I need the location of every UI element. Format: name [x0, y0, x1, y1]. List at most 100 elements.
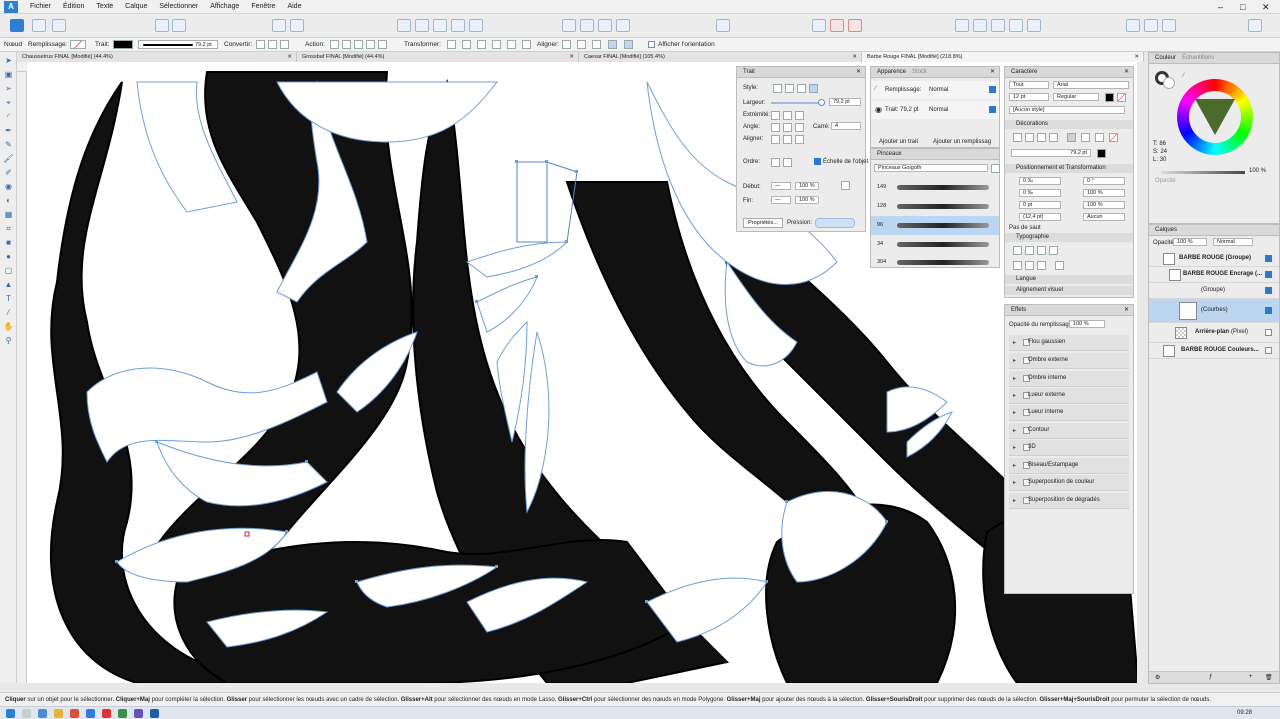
menu-aide[interactable]: Aide: [281, 0, 307, 14]
width-slider-knob[interactable]: [817, 99, 825, 106]
align-center-stroke-icon[interactable]: [771, 135, 780, 144]
strike-3-icon[interactable]: [1095, 133, 1104, 142]
width-slider[interactable]: [771, 102, 823, 104]
assistant-icon[interactable]: [1126, 19, 1140, 32]
assistant-3-icon[interactable]: [1162, 19, 1176, 32]
geometry-subtract-icon[interactable]: [973, 19, 987, 32]
effect-outer-glow[interactable]: ▸ Lueur externe: [1009, 388, 1129, 404]
end-scale-field[interactable]: 100 %: [795, 196, 819, 204]
effect-3d[interactable]: ▸ 3D: [1009, 440, 1129, 456]
blend-mode-select[interactable]: Normal: [1213, 238, 1253, 246]
align-middle-icon[interactable]: [624, 40, 633, 49]
brush-row[interactable]: 128: [871, 197, 999, 216]
add-fill-button[interactable]: Ajouter un remplissag: [933, 139, 991, 145]
strike-icon[interactable]: [1067, 133, 1076, 142]
style-solid-icon[interactable]: [785, 84, 794, 93]
effect-gradient-overlay[interactable]: ▸ Superposition de dégradés: [1009, 493, 1129, 509]
clock[interactable]: 09:28: [1237, 710, 1252, 716]
stroke-visible-checkbox[interactable]: [989, 106, 996, 113]
align-top-icon[interactable]: [608, 40, 617, 49]
node-tool-icon[interactable]: ➢: [3, 84, 14, 94]
flip-h-icon[interactable]: [562, 19, 576, 32]
menu-selectionner[interactable]: Sélectionner: [153, 0, 204, 14]
swap-arrows-icon[interactable]: [841, 181, 850, 190]
typo-3-icon[interactable]: [1037, 246, 1046, 255]
scale-with-object-checkbox[interactable]: [814, 158, 821, 165]
action-smooth-icon[interactable]: [354, 40, 363, 49]
layer-barbe-rouge-group[interactable]: BARBE ROUGE (Groupe): [1149, 251, 1279, 267]
tab-chaussetrus[interactable]: Chaussetrus FINAL [Modifié] (44.4%) ✕: [17, 52, 297, 62]
join-round-icon[interactable]: [783, 123, 792, 132]
app-green-icon[interactable]: [118, 709, 127, 718]
eyedropper-icon[interactable]: ⁄: [1183, 73, 1184, 79]
snap-4-icon[interactable]: [451, 19, 465, 32]
opacity-slider[interactable]: [1161, 171, 1245, 174]
snap-icon[interactable]: [397, 19, 411, 32]
maximize-icon[interactable]: □: [1240, 0, 1245, 14]
hsl-color-wheel[interactable]: [1177, 79, 1253, 155]
align-outside-stroke-icon[interactable]: [795, 135, 804, 144]
app-orange-icon[interactable]: [70, 709, 79, 718]
transform-mode-3-icon[interactable]: [477, 40, 486, 49]
typo-more-icon[interactable]: [1055, 261, 1064, 270]
boolean-icon[interactable]: [830, 19, 844, 32]
decoration-width-field[interactable]: 79,2 pt: [1011, 149, 1091, 157]
char-style-select[interactable]: [Aucun style]: [1009, 106, 1125, 114]
app-red-icon[interactable]: [102, 709, 111, 718]
search-icon[interactable]: [22, 709, 31, 718]
transform-mode-icon[interactable]: [447, 40, 456, 49]
paint-brush-icon[interactable]: ✐: [3, 168, 14, 178]
align-icon[interactable]: [716, 19, 730, 32]
tracking-field[interactable]: 0 ‰: [1019, 177, 1061, 185]
zoom-tool-icon[interactable]: ⚲: [3, 336, 14, 346]
add-stroke-button[interactable]: Ajouter un trait: [879, 139, 918, 145]
close-icon[interactable]: ✕: [1262, 0, 1270, 14]
typo-5-icon[interactable]: [1013, 261, 1022, 270]
align-right-icon[interactable]: [592, 40, 601, 49]
start-icon[interactable]: [6, 709, 15, 718]
rotate-left-icon[interactable]: [598, 19, 612, 32]
layers-settings-icon[interactable]: ⚙: [1155, 674, 1160, 681]
brush-row[interactable]: 149: [871, 178, 999, 197]
brush-row-selected[interactable]: 96: [871, 216, 999, 235]
convert-smart-icon[interactable]: [280, 40, 289, 49]
transform-mode-2-icon[interactable]: [462, 40, 471, 49]
convert-sharp-icon[interactable]: [256, 40, 265, 49]
font-size-field[interactable]: 12 pt: [1009, 93, 1049, 101]
vertical-scale-field[interactable]: 100 %: [1083, 189, 1125, 197]
show-orientation-checkbox[interactable]: [648, 41, 655, 48]
fill-color-well[interactable]: [1163, 77, 1175, 89]
pressure-curve[interactable]: [815, 218, 855, 228]
layer-opacity-field[interactable]: 100 %: [1173, 238, 1207, 246]
point-transform-icon[interactable]: ⌖: [3, 98, 14, 108]
geometry-add-icon[interactable]: [955, 19, 969, 32]
convert-smooth-icon[interactable]: [268, 40, 277, 49]
baseline-field[interactable]: 0 pt: [1019, 201, 1061, 209]
properties-button[interactable]: Propriétés...: [743, 218, 783, 228]
app-logo[interactable]: A: [4, 0, 18, 13]
join-bevel-icon[interactable]: [795, 123, 804, 132]
move-icon[interactable]: [155, 19, 169, 32]
app-blue-icon[interactable]: [86, 709, 95, 718]
affinity-designer-taskbar-icon[interactable]: [150, 709, 159, 718]
app-purple-icon[interactable]: [134, 709, 143, 718]
menu-fenetre[interactable]: Fenêtre: [245, 0, 281, 14]
stroke-swatch[interactable]: [113, 40, 133, 49]
brush-category-select[interactable]: Pinceaux Goigoth: [874, 164, 988, 172]
decoration-color-icon[interactable]: [1109, 133, 1118, 142]
language-rules-select[interactable]: Aucun: [1083, 213, 1125, 221]
transparency-tool-icon[interactable]: ◐: [3, 196, 14, 206]
layer-curves[interactable]: (Courbes): [1149, 299, 1279, 323]
rounded-rect-icon[interactable]: ▢: [3, 266, 14, 276]
place-image-icon[interactable]: ▦: [3, 210, 14, 220]
visual-alignment-section[interactable]: Alignement visuel: [1005, 286, 1133, 295]
geometry-intersect-icon[interactable]: [991, 19, 1005, 32]
shear-field[interactable]: 0 °: [1083, 177, 1125, 185]
persona-export-icon[interactable]: [52, 19, 66, 32]
style-dash-icon[interactable]: [797, 84, 806, 93]
layer-encrage[interactable]: BARBE ROUGE Encrage (...: [1149, 267, 1279, 283]
preferences-icon[interactable]: [1248, 19, 1262, 32]
strike-2-icon[interactable]: [1081, 133, 1090, 142]
appearance-stroke-row[interactable]: ◉ Trait: 79,2 pt Normal: [871, 101, 999, 119]
corner-tool-icon[interactable]: ◜: [3, 112, 14, 122]
